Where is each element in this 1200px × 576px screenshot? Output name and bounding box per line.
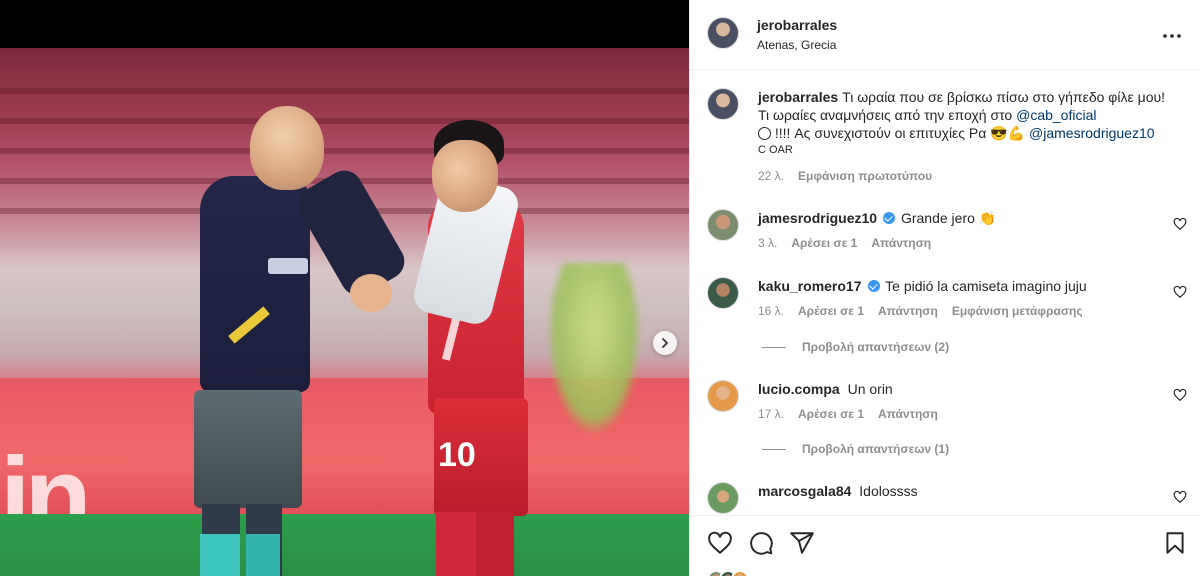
pitch: [0, 514, 689, 576]
caption-text-3: C OAR: [758, 144, 793, 156]
comment-text: Te pidió la camiseta imagino juju: [885, 278, 1087, 294]
post-location[interactable]: Atenas, Grecia: [757, 38, 836, 52]
comment-time: 16 λ.: [758, 304, 785, 318]
view-replies-button[interactable]: Προβολή απαντήσεων (2): [762, 340, 949, 354]
avatar[interactable]: [707, 277, 739, 309]
reply-button[interactable]: Απάντηση: [871, 236, 931, 250]
caption-time: 22 λ.: [758, 169, 785, 183]
post-side-panel: jerobarrales Atenas, Grecia jerobarrales…: [689, 0, 1200, 576]
comment-icon[interactable]: [748, 530, 774, 556]
heart-icon[interactable]: [707, 530, 733, 556]
avatar[interactable]: [707, 88, 739, 120]
avatar[interactable]: [707, 380, 739, 412]
comment-username[interactable]: lucio.compa: [758, 381, 840, 397]
chevron-right-icon[interactable]: [653, 331, 677, 355]
comment-likes[interactable]: Αρέσει σε 1: [798, 304, 864, 318]
heart-icon[interactable]: [1173, 217, 1187, 231]
see-translation-link[interactable]: Εμφάνιση μετάφρασης: [952, 304, 1083, 318]
bookmark-icon[interactable]: [1162, 530, 1188, 556]
avatar[interactable]: [707, 209, 739, 241]
avatar[interactable]: [707, 482, 739, 514]
more-options-icon[interactable]: [1160, 24, 1184, 48]
heart-icon[interactable]: [1173, 388, 1187, 402]
comments-list: jerobarrales Τι ωραία που σε βρίσκω πίσω …: [690, 71, 1200, 515]
caption-meta: 22 λ. Εμφάνιση πρωτοτύπου: [758, 169, 946, 183]
post-photo: in 10: [0, 48, 689, 576]
comment-time: 17 λ.: [758, 407, 785, 421]
comment: jamesrodriguez10 Grande jero 👏: [758, 209, 1158, 227]
comment-meta: 3 λ. Αρέσει σε 1 Απάντηση: [758, 236, 945, 250]
reply-button[interactable]: Απάντηση: [878, 304, 938, 318]
post-actions-bar: [690, 515, 1200, 576]
comment-text: Idolossss: [859, 483, 918, 499]
sunglasses-emoji: 😎💪: [990, 125, 1026, 141]
comment-meta: 16 λ. Αρέσει σε 1 Απάντηση Εμφάνιση μετάφρα…: [758, 304, 1097, 318]
mention-link[interactable]: @cab_oficial: [1016, 107, 1096, 123]
post-media: in 10: [0, 0, 689, 576]
verified-badge-icon: [883, 212, 896, 224]
background-person: [548, 263, 640, 433]
clap-emoji: 👏: [978, 210, 997, 226]
comment-likes[interactable]: Αρέσει σε 1: [798, 407, 864, 421]
view-replies-button[interactable]: Προβολή απαντήσεων (1): [762, 442, 949, 456]
heart-icon[interactable]: [1173, 285, 1187, 299]
caption-username[interactable]: jerobarrales: [758, 89, 838, 105]
comment-text: Un orin: [847, 381, 893, 397]
comment: marcosgala84 Idolossss: [758, 482, 1158, 500]
see-original-link[interactable]: Εμφάνιση πρωτοτύπου: [798, 169, 932, 183]
post-username[interactable]: jerobarrales: [757, 17, 837, 33]
heart-icon[interactable]: [1173, 490, 1187, 504]
player-number: 10: [438, 436, 476, 474]
comment-username[interactable]: marcosgala84: [758, 483, 851, 499]
comment-username[interactable]: jamesrodriguez10: [758, 210, 877, 226]
comment: lucio.compa Un orin: [758, 380, 1158, 398]
circle-emoji: [758, 127, 771, 140]
share-icon[interactable]: [789, 530, 815, 556]
avatar[interactable]: [707, 17, 739, 49]
comment-time: 3 λ.: [758, 236, 778, 250]
comment-username[interactable]: kaku_romero17: [758, 278, 862, 294]
verified-badge-icon: [867, 280, 880, 292]
comment-likes[interactable]: Αρέσει σε 1: [791, 236, 857, 250]
mention-link[interactable]: @jamesrodriguez10: [1029, 125, 1155, 141]
comment: kaku_romero17 Te pidió la camiseta imagi…: [758, 277, 1158, 295]
comment-text: Grande jero: [900, 210, 975, 226]
caption: jerobarrales Τι ωραία που σε βρίσκω πίσω …: [758, 88, 1178, 158]
reply-button[interactable]: Απάντηση: [878, 407, 938, 421]
caption-text-2: !!!! Ας συνεχιστούν οι επιτυχίες Ρα: [771, 125, 991, 141]
post-header: jerobarrales Atenas, Grecia: [690, 0, 1200, 70]
comment-meta: 17 λ. Αρέσει σε 1 Απάντηση: [758, 407, 952, 421]
liked-by-avatars: [707, 570, 767, 576]
